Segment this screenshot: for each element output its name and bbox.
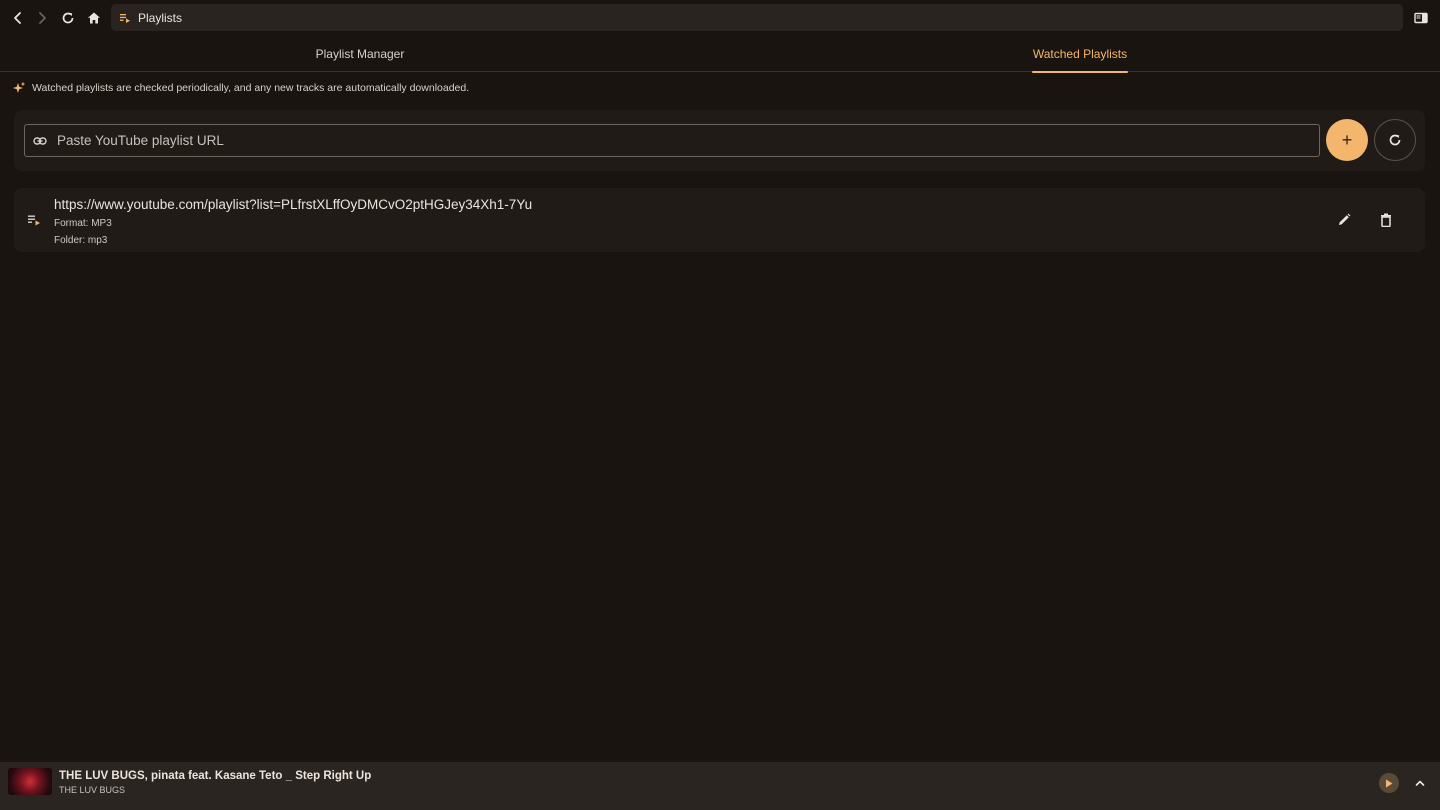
track-artist: THE LUV BUGS [59,785,126,795]
reload-button[interactable] [58,8,78,28]
tab-label: Watched Playlists [1032,47,1128,61]
expand-player-button[interactable] [1411,774,1429,792]
chevron-left-icon [14,12,21,24]
track-title: THE LUV BUGS, pinata feat. Kasane Teto _… [59,770,372,782]
sidebar-toggle-icon [1414,12,1428,24]
tab-label: Playlist Manager [315,47,405,61]
playlist-play-icon [120,13,130,23]
watched-playlist-item: https://www.youtube.com/playlist?list=PL… [14,188,1425,252]
address-title: Playlists [138,10,183,25]
home-button[interactable] [84,8,104,28]
forward-button[interactable] [32,8,52,28]
sparkles-icon [13,81,26,93]
album-cover[interactable] [8,768,52,795]
reload-icon [62,12,74,24]
tab-bar: Playlist Manager Watched Playlists [0,36,1440,73]
sidebar-toggle-button[interactable] [1412,9,1430,27]
url-input-wrapper [24,124,1320,157]
refresh-playlists-button[interactable] [1374,119,1416,161]
active-tab-indicator [1032,71,1128,73]
back-button[interactable] [8,8,28,28]
add-playlist-button[interactable]: + [1326,119,1368,161]
info-banner: Watched playlists are checked periodical… [12,80,469,96]
trash-icon [1381,213,1391,227]
add-playlist-card: + [14,110,1425,171]
chevron-right-icon [39,12,46,24]
top-bar: Playlists [0,0,1440,36]
play-icon [1386,779,1393,787]
playlist-url-input[interactable] [57,133,1287,148]
home-icon [88,12,100,24]
info-text: Watched playlists are checked periodical… [32,82,470,94]
playlist-format: Format: MP3 [54,218,112,229]
playlist-play-icon [28,215,40,226]
player-bar: THE LUV BUGS, pinata feat. Kasane Teto _… [0,762,1440,810]
plus-icon: + [1341,129,1353,150]
tab-playlist-manager[interactable]: Playlist Manager [0,36,720,72]
edit-playlist-button[interactable] [1334,210,1354,230]
playlist-url: https://www.youtube.com/playlist?list=PL… [54,197,533,212]
delete-playlist-button[interactable] [1376,210,1396,230]
refresh-icon [1389,134,1401,146]
address-bar[interactable]: Playlists [111,4,1403,31]
tab-watched-playlists[interactable]: Watched Playlists [720,36,1440,73]
link-icon [33,136,47,145]
chevron-up-icon [1415,780,1425,786]
pencil-icon [1339,213,1351,225]
play-button[interactable] [1379,773,1399,793]
playlist-folder: Folder: mp3 [54,235,108,246]
